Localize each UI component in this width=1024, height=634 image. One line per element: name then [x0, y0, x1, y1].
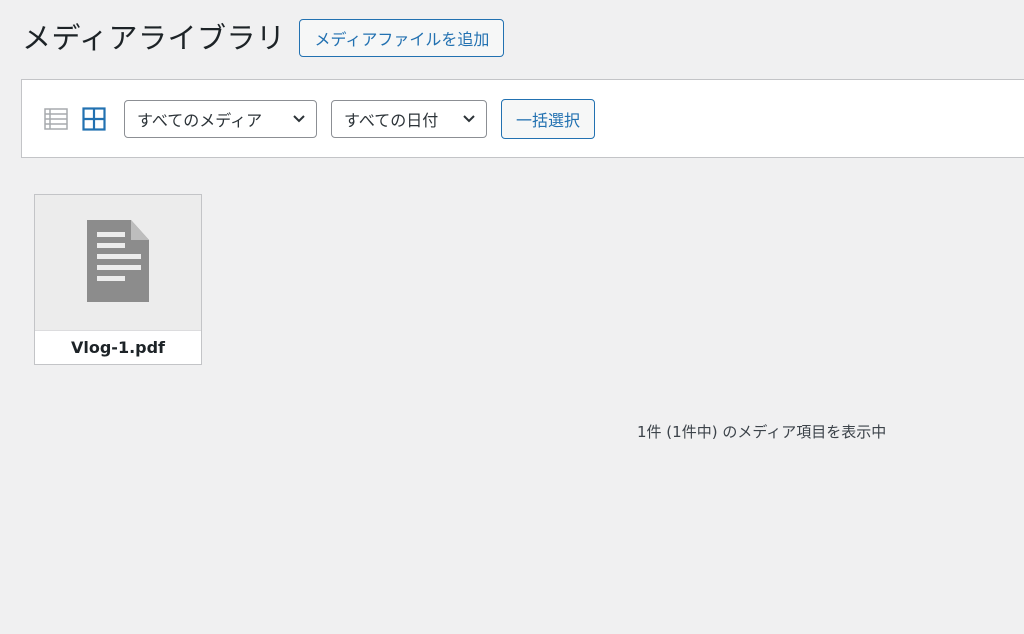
date-filter[interactable]: すべての日付 — [331, 99, 487, 138]
page-header: メディアライブラリ メディアファイルを追加 — [22, 18, 505, 58]
attachment-item[interactable]: Vlog-1.pdf — [34, 194, 202, 365]
media-count-text: 1件 (1件中) のメディア項目を表示中 — [637, 423, 887, 441]
chevron-down-icon — [462, 109, 476, 128]
page-title: メディアライブラリ — [22, 21, 286, 55]
media-type-filter-label: すべてのメディア — [137, 110, 263, 130]
document-icon — [87, 220, 149, 306]
media-type-filter[interactable]: すべてのメディア — [124, 99, 317, 138]
grid-view-icon[interactable] — [80, 105, 108, 133]
attachment-filename: Vlog-1.pdf — [35, 330, 201, 364]
add-new-media-button[interactable]: メディアファイルを追加 — [299, 19, 505, 57]
date-filter-label: すべての日付 — [344, 110, 439, 130]
view-switch — [42, 105, 108, 133]
media-library-page: メディアライブラリ メディアファイルを追加 すべてのメディア すべての日付 一括… — [0, 0, 1024, 634]
attachment-thumbnail — [35, 195, 201, 331]
list-view-icon[interactable] — [42, 105, 70, 133]
media-toolbar: すべてのメディア すべての日付 一括選択 — [21, 79, 1024, 158]
chevron-down-icon — [292, 109, 306, 128]
bulk-select-button[interactable]: 一括選択 — [501, 98, 596, 139]
